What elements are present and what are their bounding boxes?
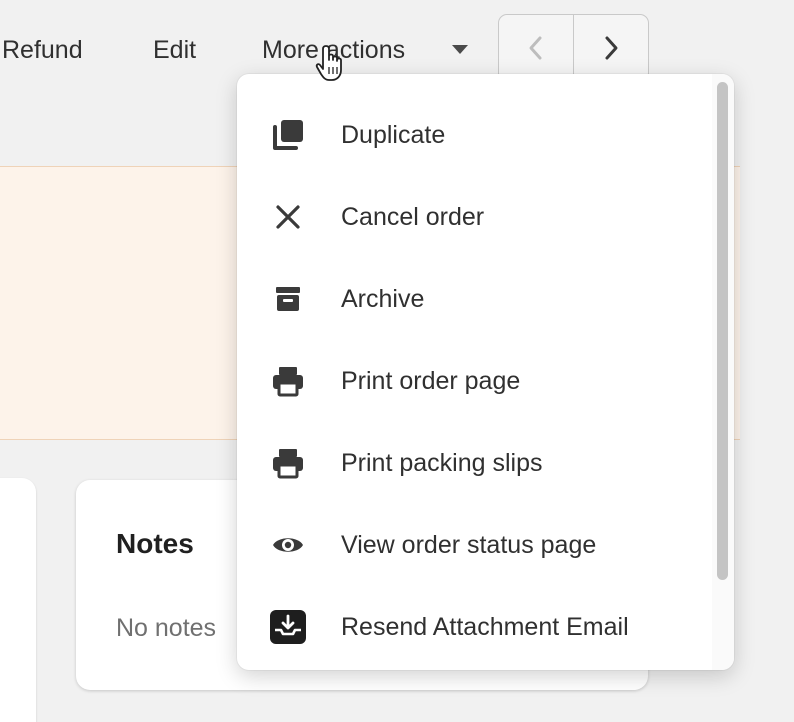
menu-item-label: Cancel order	[341, 203, 485, 231]
menu-item-resend-attachment-email[interactable]: Resend Attachment Email	[237, 586, 707, 668]
chevron-right-icon	[605, 36, 618, 60]
printer-icon	[269, 445, 307, 481]
menu-item-print-packing-slips[interactable]: Print packing slips	[237, 422, 707, 504]
more-actions-menu: Duplicate Cancel order Archive Print ord…	[237, 74, 734, 670]
previous-order-button[interactable]	[499, 15, 573, 81]
menu-item-label: Duplicate	[341, 121, 446, 149]
caret-down-icon[interactable]	[452, 45, 468, 54]
refund-button[interactable]: Refund	[2, 30, 83, 70]
printer-icon	[269, 363, 307, 399]
menu-item-archive[interactable]: Archive	[237, 258, 707, 340]
menu-item-duplicate[interactable]: Duplicate	[237, 94, 707, 176]
chevron-left-icon	[529, 36, 542, 60]
menu-item-label: Print order page	[341, 367, 521, 395]
menu-item-cancel-order[interactable]: Cancel order	[237, 176, 707, 258]
menu-item-label: Resend Attachment Email	[341, 613, 629, 641]
menu-item-label: View order status page	[341, 531, 597, 559]
duplicate-icon	[269, 117, 307, 153]
notes-title: Notes	[116, 528, 194, 559]
menu-item-view-order-status-page[interactable]: View order status page	[237, 504, 707, 586]
menu-item-print-order-page[interactable]: Print order page	[237, 340, 707, 422]
hand-pointer-cursor-icon	[315, 45, 342, 81]
scrollbar-thumb[interactable]	[717, 82, 728, 580]
eye-icon	[269, 527, 307, 563]
menu-scrollbar[interactable]	[712, 74, 734, 670]
notes-empty-text: No notes	[116, 614, 217, 642]
menu-item-label: Print packing slips	[341, 449, 543, 477]
order-details-card	[0, 478, 36, 722]
menu-item-label: Archive	[341, 285, 425, 313]
edit-button[interactable]: Edit	[153, 30, 196, 70]
download-tray-icon	[269, 609, 307, 645]
order-pagination	[498, 14, 649, 82]
archive-icon	[269, 281, 307, 317]
close-icon	[269, 199, 307, 235]
next-order-button[interactable]	[573, 15, 648, 81]
